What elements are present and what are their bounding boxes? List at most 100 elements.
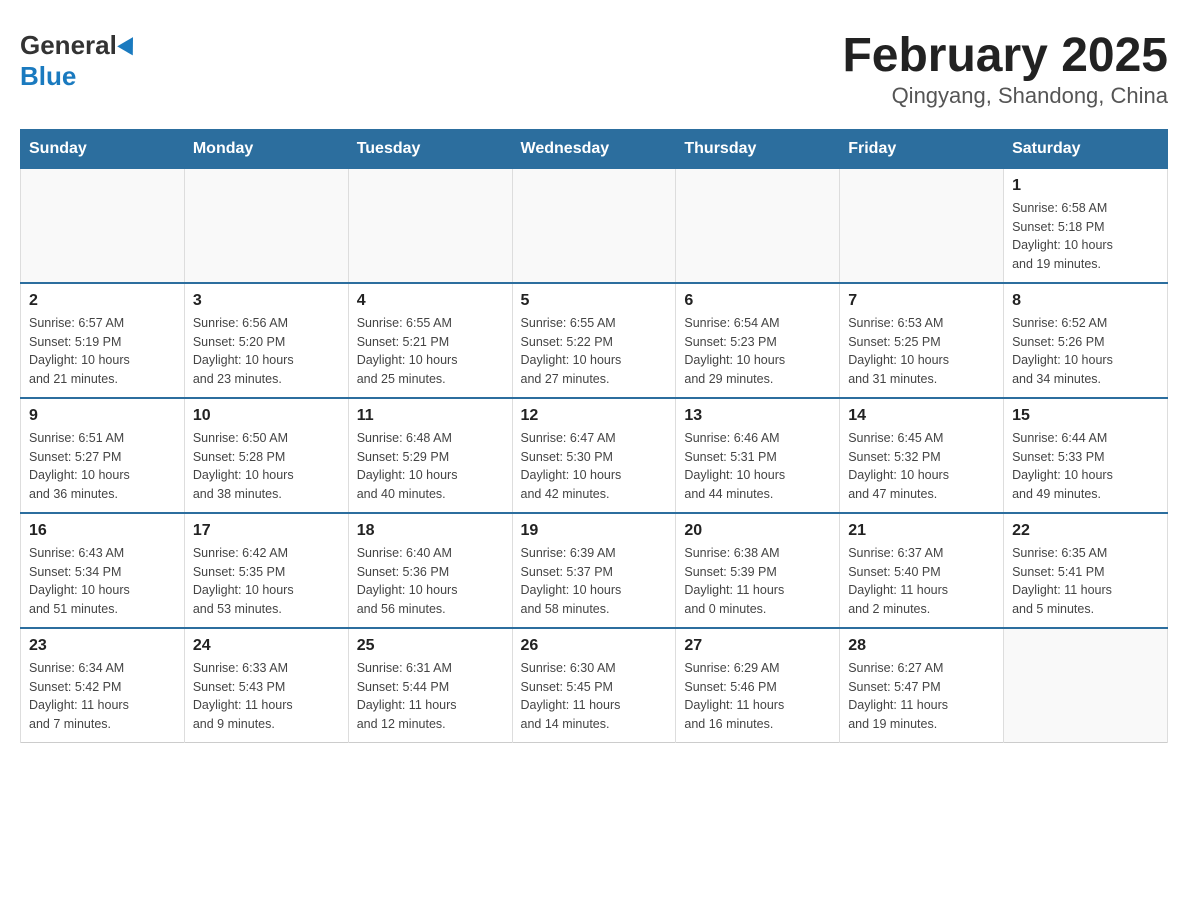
day-info: Sunrise: 6:47 AM Sunset: 5:30 PM Dayligh… — [521, 429, 668, 504]
day-info: Sunrise: 6:45 AM Sunset: 5:32 PM Dayligh… — [848, 429, 995, 504]
day-info: Sunrise: 6:58 AM Sunset: 5:18 PM Dayligh… — [1012, 199, 1159, 274]
weekday-header-thursday: Thursday — [676, 129, 840, 168]
day-cell — [676, 168, 840, 283]
day-cell: 20 Sunrise: 6:38 AM Sunset: 5:39 PM Dayli… — [676, 513, 840, 628]
day-info: Sunrise: 6:29 AM Sunset: 5:46 PM Dayligh… — [684, 659, 831, 734]
day-number: 28 — [848, 637, 995, 655]
day-cell: 12 Sunrise: 6:47 AM Sunset: 5:30 PM Dayli… — [512, 398, 676, 513]
day-number: 18 — [357, 522, 504, 540]
day-info: Sunrise: 6:38 AM Sunset: 5:39 PM Dayligh… — [684, 544, 831, 619]
day-cell: 19Sunrise: 6:39 AM Sunset: 5:37 PM Dayli… — [512, 513, 676, 628]
day-info: Sunrise: 6:31 AM Sunset: 5:44 PM Dayligh… — [357, 659, 504, 734]
day-info: Sunrise: 6:55 AM Sunset: 5:21 PM Dayligh… — [357, 314, 504, 389]
day-cell: 28 Sunrise: 6:27 AM Sunset: 5:47 PM Dayli… — [840, 628, 1004, 743]
day-number: 16 — [29, 522, 176, 540]
day-info: Sunrise: 6:42 AM Sunset: 5:35 PM Dayligh… — [193, 544, 340, 619]
day-cell: 22 Sunrise: 6:35 AM Sunset: 5:41 PM Dayli… — [1004, 513, 1168, 628]
day-number: 21 — [848, 522, 995, 540]
calendar-subtitle: Qingyang, Shandong, China — [842, 83, 1168, 109]
day-number: 26 — [521, 637, 668, 655]
day-cell: 10Sunrise: 6:50 AM Sunset: 5:28 PM Dayli… — [184, 398, 348, 513]
day-info: Sunrise: 6:35 AM Sunset: 5:41 PM Dayligh… — [1012, 544, 1159, 619]
day-cell: 14Sunrise: 6:45 AM Sunset: 5:32 PM Dayli… — [840, 398, 1004, 513]
day-cell: 24 Sunrise: 6:33 AM Sunset: 5:43 PM Dayli… — [184, 628, 348, 743]
day-info: Sunrise: 6:50 AM Sunset: 5:28 PM Dayligh… — [193, 429, 340, 504]
day-cell — [1004, 628, 1168, 743]
day-cell: 23Sunrise: 6:34 AM Sunset: 5:42 PM Dayli… — [21, 628, 185, 743]
day-number: 3 — [193, 292, 340, 310]
logo-triangle-icon — [117, 32, 141, 55]
day-info: Sunrise: 6:48 AM Sunset: 5:29 PM Dayligh… — [357, 429, 504, 504]
day-info: Sunrise: 6:51 AM Sunset: 5:27 PM Dayligh… — [29, 429, 176, 504]
day-info: Sunrise: 6:34 AM Sunset: 5:42 PM Dayligh… — [29, 659, 176, 734]
day-info: Sunrise: 6:44 AM Sunset: 5:33 PM Dayligh… — [1012, 429, 1159, 504]
day-number: 8 — [1012, 292, 1159, 310]
day-cell: 26 Sunrise: 6:30 AM Sunset: 5:45 PM Dayli… — [512, 628, 676, 743]
calendar-table: SundayMondayTuesdayWednesdayThursdayFrid… — [20, 129, 1168, 743]
day-number: 4 — [357, 292, 504, 310]
day-info: Sunrise: 6:53 AM Sunset: 5:25 PM Dayligh… — [848, 314, 995, 389]
day-number: 17 — [193, 522, 340, 540]
weekday-header-friday: Friday — [840, 129, 1004, 168]
calendar-title: February 2025 — [842, 30, 1168, 83]
day-info: Sunrise: 6:56 AM Sunset: 5:20 PM Dayligh… — [193, 314, 340, 389]
day-cell: 6 Sunrise: 6:54 AM Sunset: 5:23 PM Daylig… — [676, 283, 840, 398]
day-number: 6 — [684, 292, 831, 310]
day-number: 2 — [29, 292, 176, 310]
weekday-header-row: SundayMondayTuesdayWednesdayThursdayFrid… — [21, 129, 1168, 168]
day-cell — [840, 168, 1004, 283]
day-number: 7 — [848, 292, 995, 310]
day-cell: 9 Sunrise: 6:51 AM Sunset: 5:27 PM Daylig… — [21, 398, 185, 513]
day-cell — [512, 168, 676, 283]
week-row-5: 23Sunrise: 6:34 AM Sunset: 5:42 PM Dayli… — [21, 628, 1168, 743]
day-number: 25 — [357, 637, 504, 655]
day-info: Sunrise: 6:40 AM Sunset: 5:36 PM Dayligh… — [357, 544, 504, 619]
day-cell: 16 Sunrise: 6:43 AM Sunset: 5:34 PM Dayli… — [21, 513, 185, 628]
logo-blue-text: Blue — [20, 61, 76, 91]
day-info: Sunrise: 6:30 AM Sunset: 5:45 PM Dayligh… — [521, 659, 668, 734]
week-row-2: 2 Sunrise: 6:57 AM Sunset: 5:19 PM Daylig… — [21, 283, 1168, 398]
day-cell — [184, 168, 348, 283]
day-cell — [21, 168, 185, 283]
day-cell: 11 Sunrise: 6:48 AM Sunset: 5:29 PM Dayli… — [348, 398, 512, 513]
day-number: 22 — [1012, 522, 1159, 540]
day-number: 27 — [684, 637, 831, 655]
day-number: 24 — [193, 637, 340, 655]
week-row-3: 9 Sunrise: 6:51 AM Sunset: 5:27 PM Daylig… — [21, 398, 1168, 513]
day-cell: 27 Sunrise: 6:29 AM Sunset: 5:46 PM Dayli… — [676, 628, 840, 743]
day-number: 9 — [29, 407, 176, 425]
day-cell: 7 Sunrise: 6:53 AM Sunset: 5:25 PM Daylig… — [840, 283, 1004, 398]
day-cell: 4 Sunrise: 6:55 AM Sunset: 5:21 PM Daylig… — [348, 283, 512, 398]
week-row-4: 16 Sunrise: 6:43 AM Sunset: 5:34 PM Dayli… — [21, 513, 1168, 628]
weekday-header-wednesday: Wednesday — [512, 129, 676, 168]
day-cell: 25 Sunrise: 6:31 AM Sunset: 5:44 PM Dayli… — [348, 628, 512, 743]
day-number: 12 — [521, 407, 668, 425]
day-info: Sunrise: 6:27 AM Sunset: 5:47 PM Dayligh… — [848, 659, 995, 734]
day-cell: 1 Sunrise: 6:58 AM Sunset: 5:18 PM Daylig… — [1004, 168, 1168, 283]
weekday-header-saturday: Saturday — [1004, 129, 1168, 168]
day-number: 5 — [521, 292, 668, 310]
day-cell: 15 Sunrise: 6:44 AM Sunset: 5:33 PM Dayli… — [1004, 398, 1168, 513]
day-cell: 5 Sunrise: 6:55 AM Sunset: 5:22 PM Daylig… — [512, 283, 676, 398]
day-number: 13 — [684, 407, 831, 425]
day-info: Sunrise: 6:57 AM Sunset: 5:19 PM Dayligh… — [29, 314, 176, 389]
day-cell: 13Sunrise: 6:46 AM Sunset: 5:31 PM Dayli… — [676, 398, 840, 513]
day-number: 1 — [1012, 177, 1159, 195]
logo: General Blue — [20, 30, 138, 92]
day-info: Sunrise: 6:43 AM Sunset: 5:34 PM Dayligh… — [29, 544, 176, 619]
day-number: 15 — [1012, 407, 1159, 425]
day-info: Sunrise: 6:55 AM Sunset: 5:22 PM Dayligh… — [521, 314, 668, 389]
calendar-title-section: February 2025 Qingyang, Shandong, China — [842, 30, 1168, 109]
weekday-header-tuesday: Tuesday — [348, 129, 512, 168]
day-number: 11 — [357, 407, 504, 425]
day-cell: 21Sunrise: 6:37 AM Sunset: 5:40 PM Dayli… — [840, 513, 1004, 628]
day-cell: 17 Sunrise: 6:42 AM Sunset: 5:35 PM Dayli… — [184, 513, 348, 628]
logo-general-text: General — [20, 30, 117, 61]
day-info: Sunrise: 6:54 AM Sunset: 5:23 PM Dayligh… — [684, 314, 831, 389]
day-number: 20 — [684, 522, 831, 540]
weekday-header-sunday: Sunday — [21, 129, 185, 168]
day-info: Sunrise: 6:33 AM Sunset: 5:43 PM Dayligh… — [193, 659, 340, 734]
week-row-1: 1 Sunrise: 6:58 AM Sunset: 5:18 PM Daylig… — [21, 168, 1168, 283]
day-info: Sunrise: 6:52 AM Sunset: 5:26 PM Dayligh… — [1012, 314, 1159, 389]
day-cell: 8 Sunrise: 6:52 AM Sunset: 5:26 PM Daylig… — [1004, 283, 1168, 398]
